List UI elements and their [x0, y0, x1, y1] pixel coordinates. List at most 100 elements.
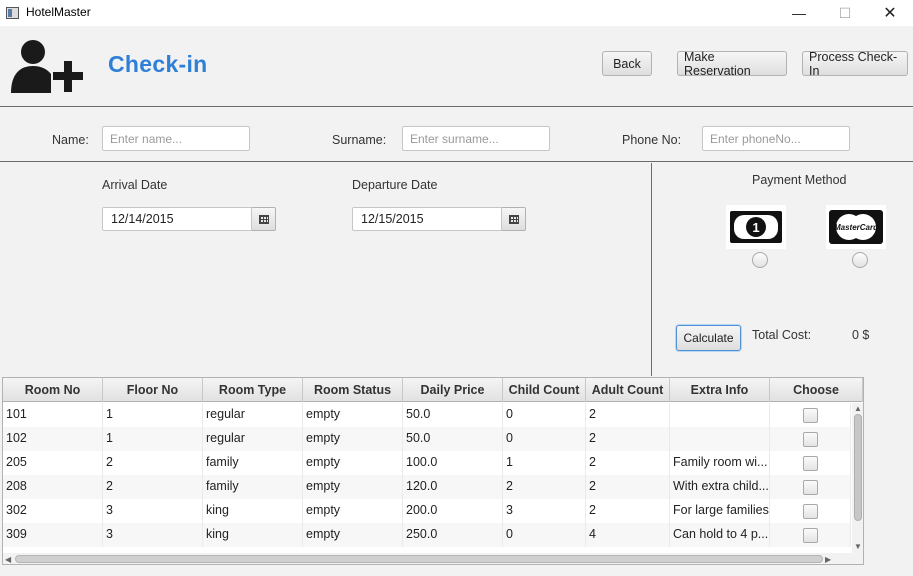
column-header-room-status[interactable]: Room Status: [303, 378, 403, 402]
cell-extra-info: [670, 403, 770, 427]
choose-checkbox[interactable]: [802, 455, 818, 471]
column-header-adult-count[interactable]: Adult Count: [586, 378, 670, 402]
departure-date-field[interactable]: 12/15/2015: [352, 207, 502, 231]
departure-date-picker[interactable]: 12/15/2015: [352, 207, 526, 231]
table-row[interactable]: 302 3 king empty 200.0 3 2 For large families: [3, 499, 851, 523]
cell-floor-no: 2: [103, 475, 203, 499]
column-header-extra-info[interactable]: Extra Info: [670, 378, 770, 402]
cell-daily-price: 50.0: [403, 427, 503, 451]
arrival-date-picker[interactable]: 12/14/2015: [102, 207, 276, 231]
cell-choose: [770, 475, 851, 499]
horizontal-scrollbar[interactable]: ◀ ▶: [3, 553, 863, 564]
cell-room-type: family: [203, 451, 303, 475]
cash-radio[interactable]: [752, 252, 768, 268]
cell-adult-count: 2: [586, 427, 670, 451]
cell-child-count: 0: [503, 403, 586, 427]
cell-adult-count: 2: [586, 475, 670, 499]
table-row[interactable]: 309 3 king empty 250.0 0 4 Can hold to 4 p...: [3, 523, 851, 547]
cell-child-count: 3: [503, 499, 586, 523]
choose-checkbox[interactable]: [802, 527, 818, 543]
scroll-up-icon[interactable]: ▲: [854, 405, 862, 413]
total-cost-label: Total Cost:: [752, 328, 812, 342]
cell-child-count: 0: [503, 523, 586, 547]
window-title: HotelMaster: [26, 5, 91, 19]
calendar-icon: [258, 214, 269, 224]
phone-input[interactable]: [702, 126, 850, 151]
cell-room-no: 102: [3, 427, 103, 451]
arrival-date-field[interactable]: 12/14/2015: [102, 207, 252, 231]
table-row[interactable]: 101 1 regular empty 50.0 0 2: [3, 403, 851, 427]
cell-floor-no: 1: [103, 403, 203, 427]
cell-room-no: 302: [3, 499, 103, 523]
mastercard-text: MasterCard: [834, 223, 879, 232]
cell-room-type: regular: [203, 427, 303, 451]
column-header-room-type[interactable]: Room Type: [203, 378, 303, 402]
make-reservation-button[interactable]: Make Reservation: [677, 50, 787, 78]
column-header-room-no[interactable]: Room No: [3, 378, 103, 402]
rooms-table: Room No Floor No Room Type Room Status Daily…: [2, 377, 864, 565]
table-header: Room No Floor No Room Type Room Status Daily…: [3, 378, 863, 402]
cell-child-count: 2: [503, 475, 586, 499]
guest-info-row: Name: Surname: Phone No:: [0, 108, 913, 162]
maximize-button[interactable]: ☐: [822, 0, 868, 26]
cell-room-status: empty: [303, 499, 403, 523]
cell-extra-info: For large families: [670, 499, 770, 523]
cell-adult-count: 2: [586, 451, 670, 475]
choose-checkbox[interactable]: [802, 503, 818, 519]
cell-room-no: 208: [3, 475, 103, 499]
cell-adult-count: 2: [586, 499, 670, 523]
cell-room-status: empty: [303, 523, 403, 547]
header: Check-in Back Make Reservation Process C…: [0, 26, 913, 107]
cell-floor-no: 1: [103, 427, 203, 451]
table-row[interactable]: 208 2 family empty 120.0 2 2 With extra child..…: [3, 475, 851, 499]
phone-label: Phone No:: [622, 133, 682, 147]
column-header-daily-price[interactable]: Daily Price: [403, 378, 503, 402]
calculate-button[interactable]: Calculate: [676, 325, 741, 351]
cell-adult-count: 2: [586, 403, 670, 427]
cell-room-type: regular: [203, 403, 303, 427]
payment-method-label: Payment Method: [752, 173, 847, 187]
mastercard-radio[interactable]: [852, 252, 868, 268]
cell-child-count: 1: [503, 451, 586, 475]
choose-checkbox[interactable]: [802, 431, 818, 447]
cell-daily-price: 50.0: [403, 403, 503, 427]
departure-calendar-button[interactable]: [502, 207, 526, 231]
arrival-calendar-button[interactable]: [252, 207, 276, 231]
surname-input[interactable]: [402, 126, 550, 151]
choose-checkbox[interactable]: [802, 407, 818, 423]
column-header-choose[interactable]: Choose: [770, 378, 863, 402]
cell-choose: [770, 403, 851, 427]
horizontal-scroll-thumb[interactable]: [15, 555, 823, 563]
process-checkin-button[interactable]: Process Check-In: [802, 50, 908, 78]
cell-extra-info: Family room wi...: [670, 451, 770, 475]
arrival-date-label: Arrival Date: [102, 178, 168, 192]
minimize-button[interactable]: —: [776, 0, 822, 26]
cell-choose: [770, 451, 851, 475]
table-row[interactable]: 205 2 family empty 100.0 1 2 Family room wi...: [3, 451, 851, 475]
scroll-left-icon[interactable]: ◀: [5, 555, 11, 564]
column-header-child-count[interactable]: Child Count: [503, 378, 586, 402]
page-title: Check-in: [108, 51, 208, 77]
vertical-scroll-thumb[interactable]: [854, 414, 862, 521]
choose-checkbox[interactable]: [802, 479, 818, 495]
name-input[interactable]: [102, 126, 250, 151]
close-button[interactable]: ✕: [867, 0, 913, 26]
table-row[interactable]: 102 1 regular empty 50.0 0 2: [3, 427, 851, 451]
cell-daily-price: 120.0: [403, 475, 503, 499]
cell-adult-count: 4: [586, 523, 670, 547]
cell-extra-info: [670, 427, 770, 451]
cell-room-no: 101: [3, 403, 103, 427]
table-body: 101 1 regular empty 50.0 0 2 102 1 regular empty 50…: [3, 403, 851, 547]
cell-room-no: 309: [3, 523, 103, 547]
cell-choose: [770, 499, 851, 523]
column-header-floor-no[interactable]: Floor No: [103, 378, 203, 402]
scroll-right-icon[interactable]: ▶: [825, 555, 831, 564]
add-user-icon: [11, 40, 83, 93]
cell-child-count: 0: [503, 427, 586, 451]
dates-panel: Arrival Date 12/14/2015 Departure Date 1…: [0, 163, 652, 376]
back-button[interactable]: Back: [602, 51, 652, 76]
scroll-down-icon[interactable]: ▼: [854, 543, 862, 551]
cell-daily-price: 200.0: [403, 499, 503, 523]
cell-extra-info: Can hold to 4 p...: [670, 523, 770, 547]
vertical-scrollbar[interactable]: ▲ ▼: [852, 403, 863, 553]
